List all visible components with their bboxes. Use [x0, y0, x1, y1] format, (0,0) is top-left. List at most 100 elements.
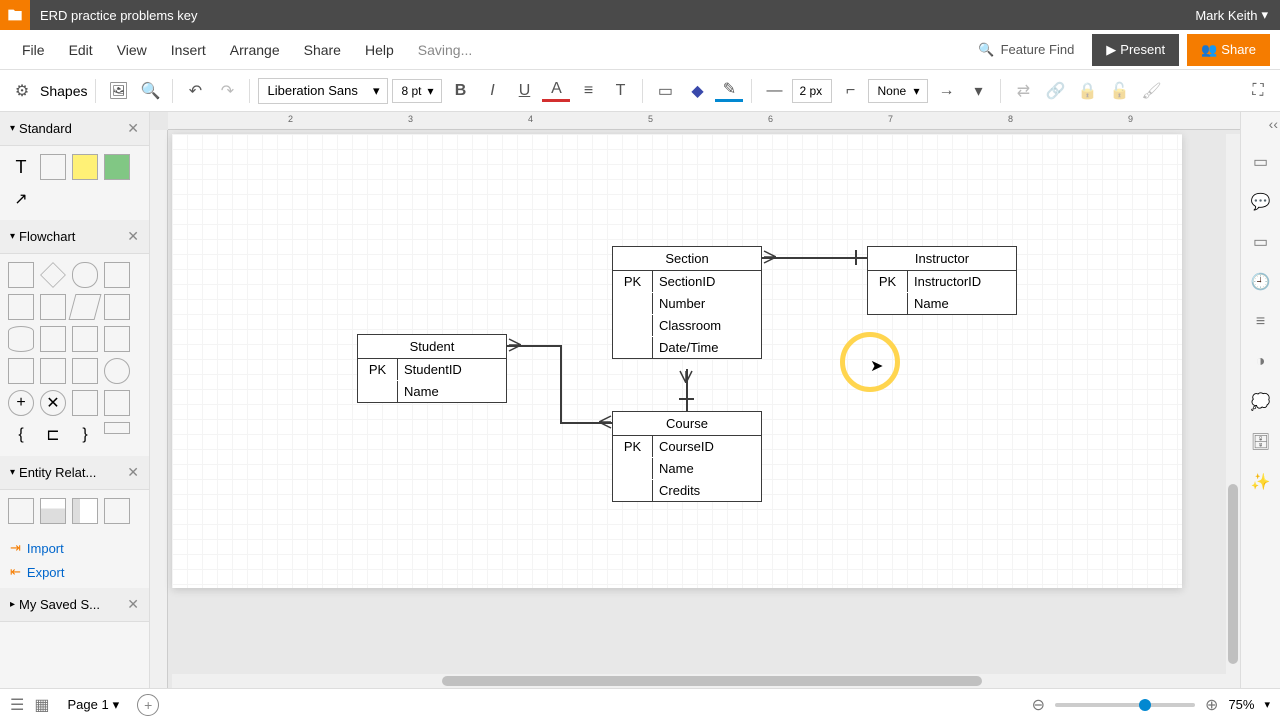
text-shape[interactable]: T [8, 154, 34, 180]
line-style-icon[interactable]: ― [760, 77, 788, 105]
export-button[interactable]: ⇤Export [10, 560, 139, 584]
undo-icon[interactable]: ↶ [181, 77, 209, 105]
page-tab[interactable]: Page 1 ▾ [59, 693, 127, 717]
flow-delay[interactable] [8, 358, 34, 384]
data-icon[interactable]: 🗄 [1249, 430, 1273, 454]
layers-icon[interactable]: ≡ [1249, 310, 1273, 334]
present-button[interactable]: ▶ Present [1092, 34, 1179, 66]
menu-arrange[interactable]: Arrange [218, 42, 292, 58]
theme-icon[interactable]: ◑ [1249, 350, 1273, 374]
flow-predefined[interactable] [104, 262, 130, 288]
zoom-slider[interactable] [1055, 703, 1195, 707]
font-select[interactable]: Liberation Sans▾ [258, 78, 388, 104]
page-icon[interactable]: ▭ [1249, 150, 1273, 174]
history-icon[interactable]: 🕘 [1249, 270, 1273, 294]
note-shape[interactable] [72, 154, 98, 180]
er-entity1[interactable] [8, 498, 34, 524]
menu-help[interactable]: Help [353, 42, 406, 58]
arrow-start-select[interactable]: None▾ [868, 79, 928, 103]
panel-er[interactable]: ▾ Entity Relat... ✕ [0, 456, 149, 490]
flow-brace-r[interactable]: } [72, 422, 98, 448]
menu-edit[interactable]: Edit [57, 42, 105, 58]
present-icon[interactable]: ▭ [1249, 230, 1273, 254]
line-shape[interactable]: ↗ [8, 186, 34, 212]
flow-brace-l[interactable]: { [8, 422, 34, 448]
chevron-down-icon[interactable]: ▾ [964, 77, 992, 105]
zoom-out-icon[interactable]: ⊖ [1032, 695, 1045, 715]
flow-note[interactable]: ⊏ [40, 422, 66, 448]
menu-view[interactable]: View [105, 42, 159, 58]
paint-icon[interactable]: 🖌 [1137, 77, 1165, 105]
user-menu[interactable]: Mark Keith ▾ [1183, 7, 1280, 23]
panel-standard[interactable]: ▾ Standard ✕ [0, 112, 149, 146]
redo-icon[interactable]: ↷ [213, 77, 241, 105]
align-icon[interactable]: ≡ [574, 77, 602, 105]
flow-data[interactable] [69, 294, 102, 320]
flow-document[interactable] [8, 294, 34, 320]
border-color-icon[interactable]: ✎ [715, 80, 743, 102]
flow-stored[interactable] [40, 358, 66, 384]
feature-find[interactable]: 🔍 Feature Find [968, 36, 1084, 64]
lock-icon[interactable]: 🔒 [1073, 77, 1101, 105]
flow-display[interactable] [72, 390, 98, 416]
scrollbar-vertical[interactable] [1226, 134, 1240, 674]
canvas-area[interactable]: 2 3 4 5 6 7 8 9 Student PKStudentID Name… [150, 112, 1240, 688]
zoom-in-icon[interactable]: ⊕ [1205, 695, 1218, 715]
gear-icon[interactable]: ⚙ [8, 77, 36, 105]
doc-title[interactable]: ERD practice problems key [40, 8, 198, 23]
italic-icon[interactable]: I [478, 77, 506, 105]
entity-instructor[interactable]: Instructor PKInstructorID Name [867, 246, 1017, 315]
chat-icon[interactable]: 💭 [1249, 390, 1273, 414]
close-icon[interactable]: ✕ [127, 596, 139, 613]
flow-internal[interactable] [72, 326, 98, 352]
flow-hexagon[interactable] [104, 294, 130, 320]
close-icon[interactable]: ✕ [127, 120, 139, 137]
arrow-end-icon[interactable]: → [932, 77, 960, 105]
image-icon[interactable]: 🖼 [104, 77, 132, 105]
unlock-icon[interactable]: 🔓 [1105, 77, 1133, 105]
underline-icon[interactable]: U [510, 77, 538, 105]
import-button[interactable]: ⇥Import [10, 536, 139, 560]
link-icon[interactable]: 🔗 [1041, 77, 1069, 105]
flow-swatch[interactable] [104, 422, 130, 434]
entity-course[interactable]: Course PKCourseID Name Credits [612, 411, 762, 502]
magic-icon[interactable]: ✨ [1249, 470, 1273, 494]
close-icon[interactable]: ✕ [127, 464, 139, 481]
comment-icon[interactable]: 💬 [1249, 190, 1273, 214]
connector[interactable] [560, 345, 562, 422]
fullscreen-icon[interactable]: ⛶ [1244, 77, 1272, 105]
collapse-icon[interactable]: ‹‹ [1269, 116, 1278, 132]
flow-directdata[interactable] [40, 326, 66, 352]
er-entity4[interactable] [104, 498, 130, 524]
swap-icon[interactable]: ⇄ [1009, 77, 1037, 105]
panel-saved[interactable]: ▸ My Saved S... ✕ [0, 588, 149, 622]
grid-icon[interactable]: ▦ [34, 695, 49, 715]
entity-student[interactable]: Student PKStudentID Name [357, 334, 507, 403]
flow-or[interactable]: + [8, 390, 34, 416]
menu-share[interactable]: Share [292, 42, 353, 58]
er-entity2[interactable] [40, 498, 66, 524]
entity-section[interactable]: Section PKSectionID Number Classroom Dat… [612, 246, 762, 359]
panel-flowchart[interactable]: ▾ Flowchart ✕ [0, 220, 149, 254]
flow-offpage[interactable] [104, 390, 130, 416]
fill-color-icon[interactable]: ◆ [683, 77, 711, 105]
flow-connector[interactable] [104, 358, 130, 384]
flow-paper[interactable] [104, 326, 130, 352]
share-button[interactable]: 👥 Share [1187, 34, 1270, 66]
shape-fill-icon[interactable]: ▭ [651, 77, 679, 105]
scrollbar-thumb[interactable] [442, 676, 982, 686]
close-icon[interactable]: ✕ [127, 228, 139, 245]
flow-database[interactable] [8, 326, 34, 352]
line-corner-icon[interactable]: ⌐ [836, 77, 864, 105]
shapes-button[interactable]: Shapes [40, 83, 87, 99]
text-options-icon[interactable]: T [606, 77, 634, 105]
search-icon[interactable]: 🔍 [136, 77, 164, 105]
flow-decision[interactable] [40, 262, 66, 288]
er-entity3[interactable] [72, 498, 98, 524]
flow-multidoc[interactable] [40, 294, 66, 320]
chevron-down-icon[interactable]: ▾ [1264, 698, 1270, 711]
font-size-select[interactable]: 8 pt▾ [392, 79, 442, 103]
canvas-paper[interactable]: Student PKStudentID Name Section PKSecti… [172, 134, 1182, 588]
bold-icon[interactable]: B [446, 77, 474, 105]
menu-insert[interactable]: Insert [159, 42, 218, 58]
